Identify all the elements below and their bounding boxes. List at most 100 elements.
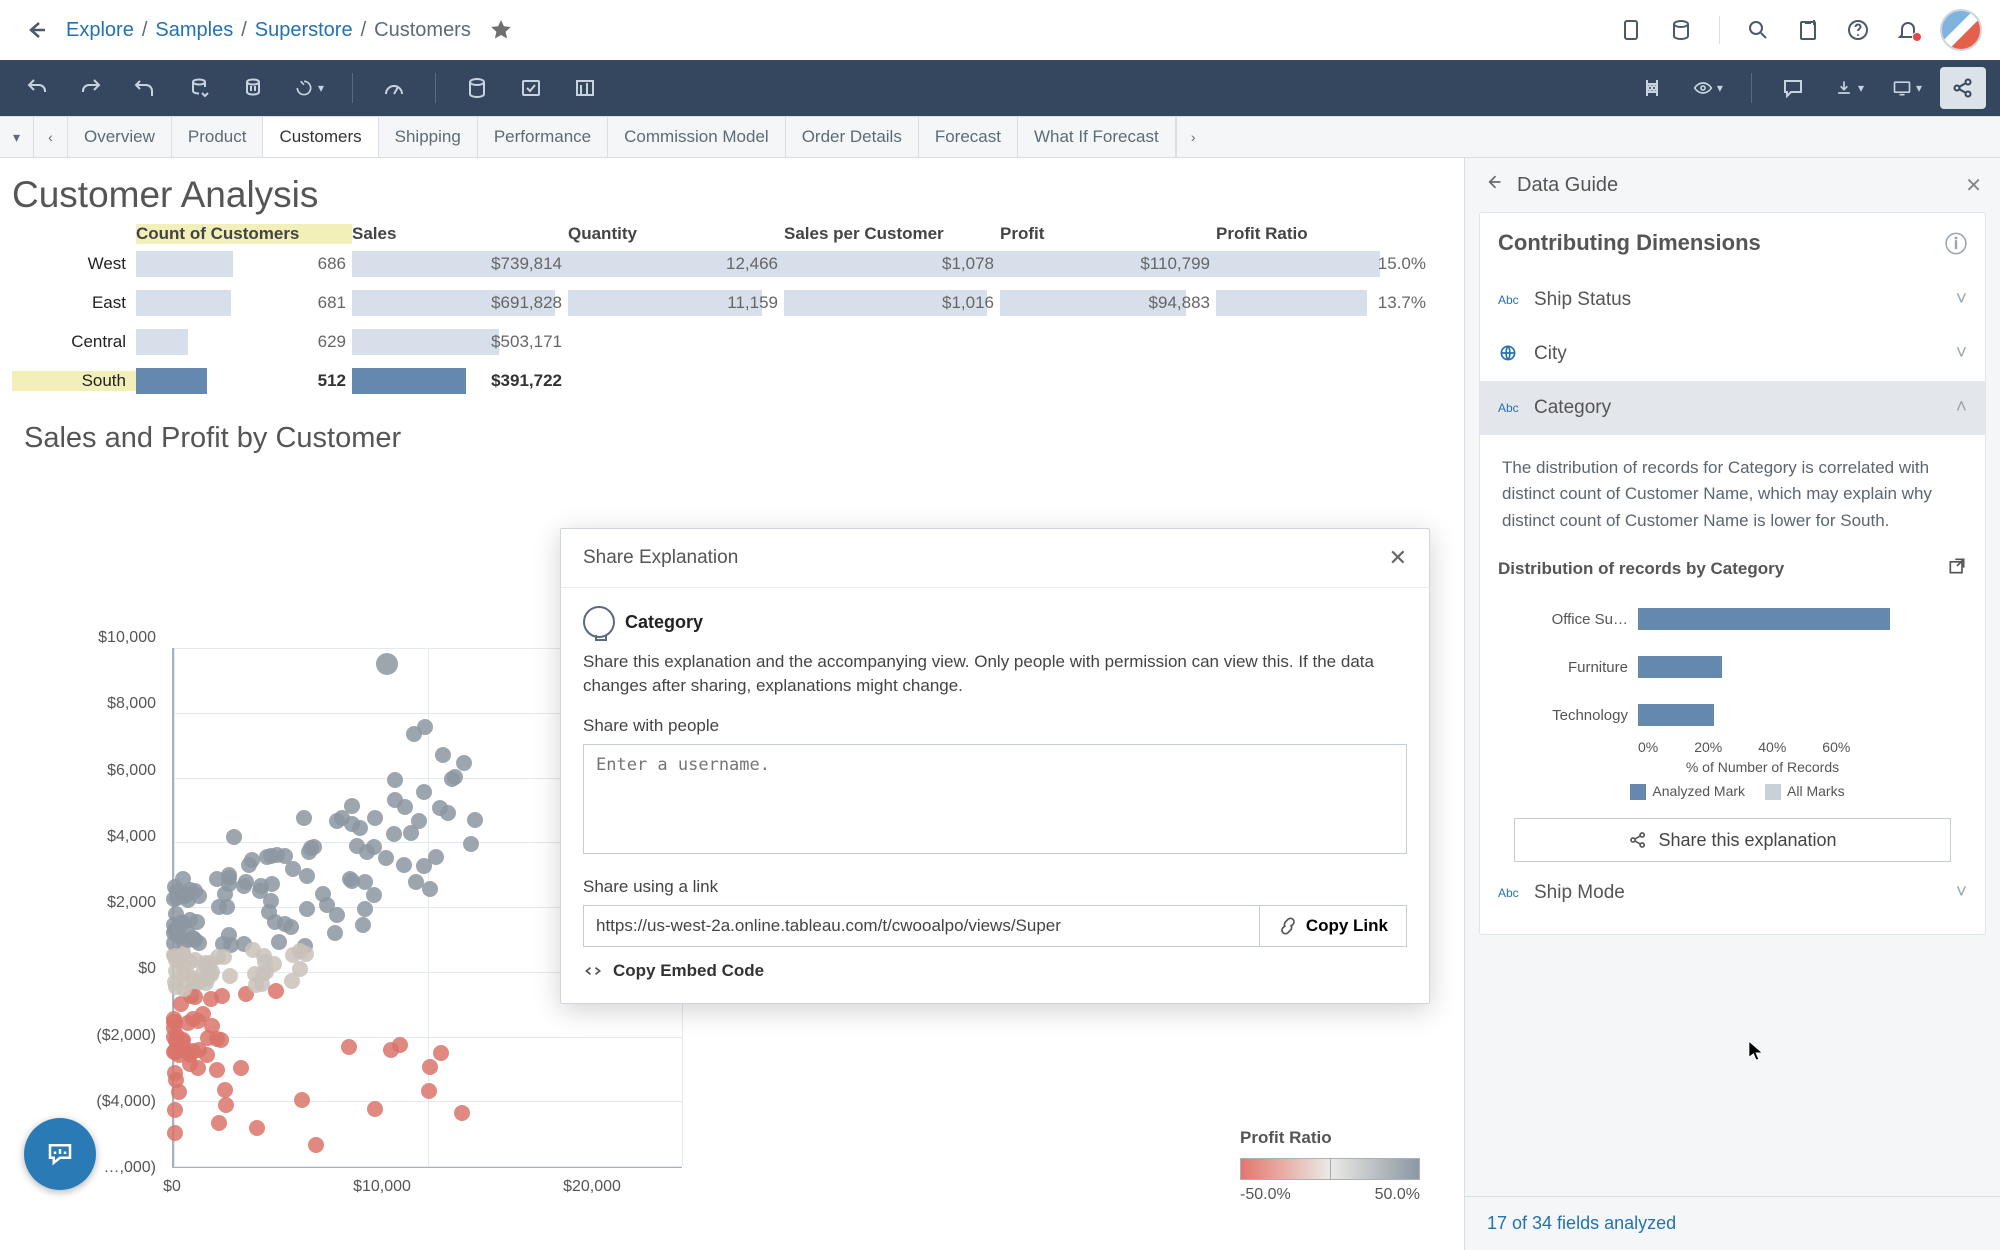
abc-icon: Abc xyxy=(1498,886,1524,900)
share-explanation-button[interactable]: Share this explanation xyxy=(1514,818,1951,862)
share-icon[interactable] xyxy=(1940,67,1986,109)
close-icon[interactable]: ✕ xyxy=(1389,545,1407,571)
dimension-row[interactable]: Abc Ship Status ˅ xyxy=(1498,273,1967,327)
dimension-explanation: The distribution of records for Category… xyxy=(1498,455,1967,534)
abc-icon: Abc xyxy=(1498,293,1524,307)
breadcrumb-explore[interactable]: Explore xyxy=(66,19,134,42)
dimension-label: Ship Status xyxy=(1534,289,1631,311)
dimension-label: City xyxy=(1534,343,1567,365)
scatter-title: Sales and Profit by Customer xyxy=(0,400,1464,461)
open-viz-icon[interactable] xyxy=(1947,556,1967,581)
data-guide-panel: Data Guide ✕ Contributing Dimensions ⓘ A… xyxy=(1464,158,2000,1250)
ask-data-fab[interactable] xyxy=(24,1118,96,1190)
search-icon[interactable] xyxy=(1740,12,1776,48)
tab-product[interactable]: Product xyxy=(172,117,264,157)
notifications-icon[interactable] xyxy=(1890,12,1926,48)
share-link-input[interactable] xyxy=(583,905,1260,947)
tabs-scroll-right-icon[interactable]: › xyxy=(1176,117,1210,157)
undo-icon[interactable] xyxy=(14,67,60,109)
tab-what-if-forecast[interactable]: What If Forecast xyxy=(1018,117,1176,157)
kpi-col-header[interactable]: Count of Customers xyxy=(136,224,352,244)
kpi-row[interactable]: South512$391,722 xyxy=(12,361,1452,400)
tab-overview[interactable]: Overview xyxy=(68,117,172,157)
copy-link-button[interactable]: Copy Link xyxy=(1260,905,1407,947)
back-icon[interactable] xyxy=(18,12,54,48)
revert-icon[interactable] xyxy=(122,67,168,109)
tasks-icon[interactable] xyxy=(1790,12,1826,48)
tab-customers[interactable]: Customers xyxy=(263,117,378,157)
tab-commission-model[interactable]: Commission Model xyxy=(608,117,786,157)
comments-icon[interactable] xyxy=(1770,67,1816,109)
dashboard-title: Customer Analysis xyxy=(0,158,1464,224)
watch-icon[interactable]: ▾ xyxy=(1683,67,1733,109)
panel-close-icon[interactable]: ✕ xyxy=(1965,173,1982,198)
tabs-scroll-left-icon[interactable]: ‹ xyxy=(34,117,68,157)
panel-heading: Contributing Dimensions xyxy=(1498,230,1761,256)
breadcrumb-current: Customers xyxy=(374,19,471,42)
pause-data-icon[interactable] xyxy=(230,67,276,109)
category-heading: Category xyxy=(625,612,703,633)
refresh-data-icon[interactable] xyxy=(176,67,222,109)
kpi-row[interactable]: East681$691,82811,159$1,016$94,88313.7% xyxy=(12,283,1452,322)
view-data-icon[interactable] xyxy=(562,67,608,109)
tablet-icon[interactable] xyxy=(1613,12,1649,48)
redo-icon[interactable] xyxy=(68,67,114,109)
breadcrumb: Explore/ Samples/ Superstore/ Customers xyxy=(66,19,471,42)
mini-bar-chart[interactable]: Office Su… Furniture Technology 0%20%40%… xyxy=(1508,595,1967,800)
dimension-label: Category xyxy=(1534,397,1611,419)
mini-chart-title: Distribution of records by Category xyxy=(1498,559,1784,579)
kpi-col-header[interactable]: Profit xyxy=(1000,224,1216,244)
dimension-label: Ship Mode xyxy=(1534,882,1625,904)
chevron-up-icon: ˄ xyxy=(1956,397,1967,419)
kpi-row[interactable]: West686$739,81412,466$1,078$110,79915.0% xyxy=(12,244,1452,283)
kpi-col-header[interactable]: Sales per Customer xyxy=(784,224,1000,244)
share-people-input[interactable] xyxy=(583,744,1407,854)
info-icon[interactable]: ⓘ xyxy=(1945,227,1967,259)
profit-ratio-legend: Profit Ratio -50.0%50.0% xyxy=(1240,1128,1420,1204)
topbar: Explore/ Samples/ Superstore/ Customers xyxy=(0,0,2000,60)
kpi-col-header[interactable]: Sales xyxy=(352,224,568,244)
tabstrip: ▾ ‹ OverviewProductCustomersShippingPerf… xyxy=(0,116,2000,158)
globe-icon xyxy=(1498,343,1524,366)
tab-order-details[interactable]: Order Details xyxy=(786,117,919,157)
share-explanation-dialog: Share Explanation ✕ Category Share this … xyxy=(560,528,1430,1004)
dimension-row[interactable]: Abc Ship Mode ˅ xyxy=(1498,866,1967,920)
dimension-row[interactable]: Abc Category ˄ xyxy=(1480,381,1985,435)
kpi-col-header[interactable]: Profit Ratio xyxy=(1216,224,1432,244)
toolbar: ▾ ▾ ▾ ▾ xyxy=(0,60,2000,116)
chevron-down-icon: ˅ xyxy=(1956,882,1967,904)
tabs-dropdown-icon[interactable]: ▾ xyxy=(0,117,34,157)
chevron-down-icon: ˅ xyxy=(1956,343,1967,365)
tab-forecast[interactable]: Forecast xyxy=(919,117,1018,157)
profit-ratio-title: Profit Ratio xyxy=(1240,1128,1420,1148)
workspace: Customer Analysis Count of CustomersSale… xyxy=(0,158,1464,1250)
help-icon[interactable] xyxy=(1840,12,1876,48)
tab-shipping[interactable]: Shipping xyxy=(379,117,478,157)
chevron-down-icon: ˅ xyxy=(1956,289,1967,311)
copy-embed-button[interactable]: Copy Embed Code xyxy=(583,961,1407,981)
data-source-icon[interactable] xyxy=(454,67,500,109)
tab-performance[interactable]: Performance xyxy=(478,117,608,157)
replay-icon[interactable]: ▾ xyxy=(284,67,334,109)
panel-title: Data Guide xyxy=(1517,174,1618,197)
favorite-star-icon[interactable] xyxy=(483,12,519,48)
dialog-description: Share this explanation and the accompany… xyxy=(583,650,1407,698)
abc-icon: Abc xyxy=(1498,401,1524,415)
performance-icon[interactable] xyxy=(371,67,417,109)
kpi-col-header[interactable]: Quantity xyxy=(568,224,784,244)
kpi-table: Count of CustomersSalesQuantitySales per… xyxy=(0,224,1464,400)
device-layout-icon[interactable]: ▾ xyxy=(1882,67,1932,109)
avatar[interactable] xyxy=(1940,9,1982,51)
share-people-label: Share with people xyxy=(583,716,1407,736)
breadcrumb-superstore[interactable]: Superstore xyxy=(255,19,353,42)
explain-data-icon[interactable] xyxy=(508,67,554,109)
download-icon[interactable]: ▾ xyxy=(1824,67,1874,109)
kpi-row[interactable]: Central629$503,171 xyxy=(12,322,1452,361)
panel-back-icon[interactable] xyxy=(1483,172,1503,198)
dialog-title: Share Explanation xyxy=(583,547,738,569)
panel-footer-status[interactable]: 17 of 34 fields analyzed xyxy=(1465,1196,2000,1250)
breadcrumb-samples[interactable]: Samples xyxy=(155,19,233,42)
dimension-row[interactable]: City ˅ xyxy=(1498,327,1967,381)
data-details-icon[interactable] xyxy=(1629,67,1675,109)
database-icon[interactable] xyxy=(1663,12,1699,48)
